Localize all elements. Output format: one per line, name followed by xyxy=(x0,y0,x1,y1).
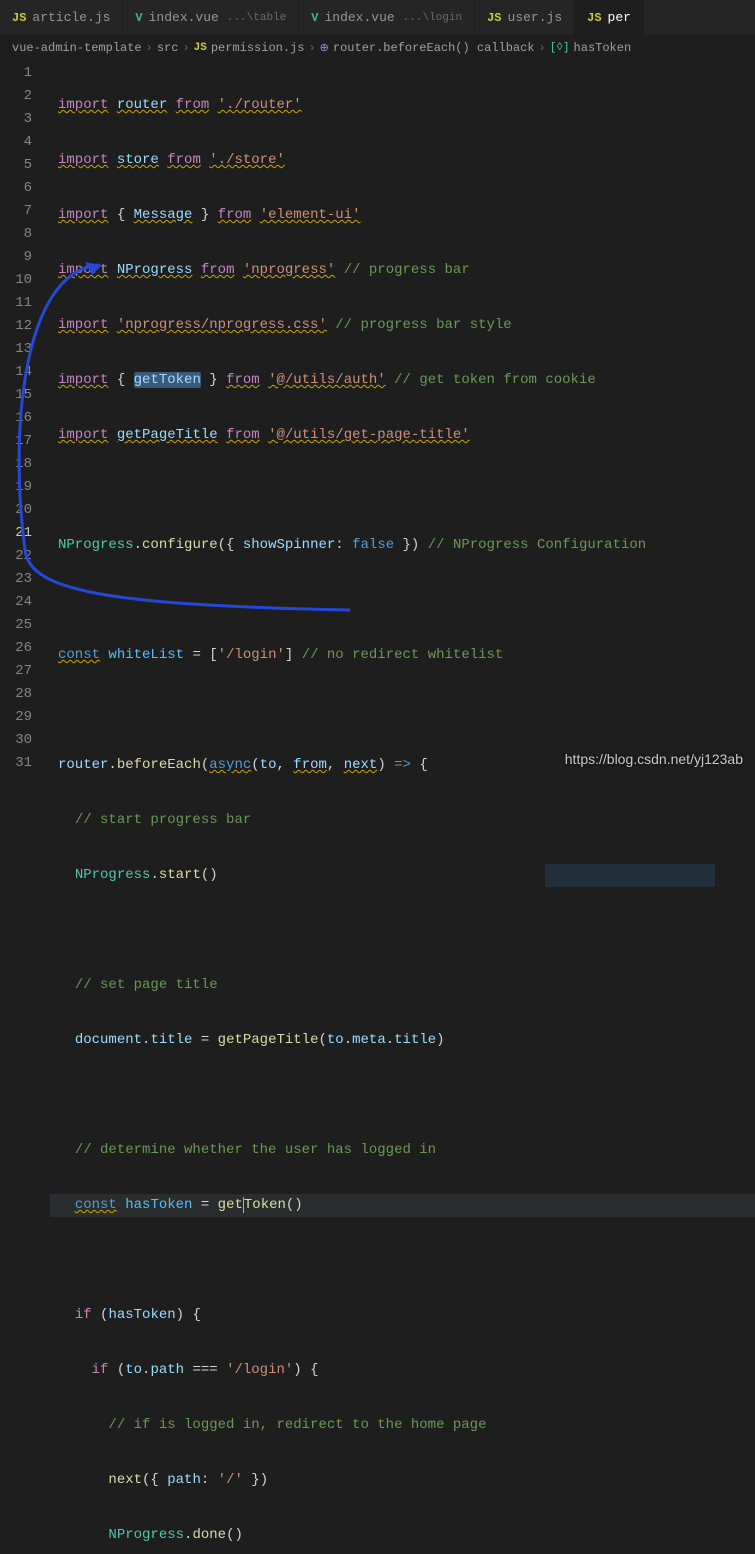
code-editor[interactable]: 123 456 789 101112 131415 161718 192021 … xyxy=(0,60,755,777)
tab-subpath: ...\table xyxy=(227,12,286,24)
tab-filename: per xyxy=(608,10,631,25)
tab-filename: index.vue xyxy=(324,10,394,25)
hint-widget xyxy=(545,864,715,887)
vue-icon: V xyxy=(311,11,318,25)
code-line-18[interactable]: document.title = getPageTitle(to.meta.ti… xyxy=(50,1029,755,1052)
breadcrumb-item[interactable]: router.beforeEach() callback xyxy=(333,41,535,55)
js-icon: JS xyxy=(194,42,207,54)
breadcrumb-item[interactable]: permission.js xyxy=(211,41,305,55)
tab-user[interactable]: JS user.js xyxy=(475,0,575,35)
editor-tabs: JS article.js V index.vue ...\table V in… xyxy=(0,0,755,36)
code-line-27[interactable]: NProgress.done() xyxy=(50,1524,755,1547)
tab-index-login[interactable]: V index.vue ...\login xyxy=(299,0,475,35)
tab-filename: article.js xyxy=(32,10,110,25)
code-line-10[interactable] xyxy=(50,589,755,612)
code-line-22[interactable] xyxy=(50,1249,755,1272)
code-line-19[interactable] xyxy=(50,1084,755,1107)
tab-permission[interactable]: JS per xyxy=(575,0,644,35)
tab-filename: user.js xyxy=(508,10,563,25)
code-line-14[interactable]: // start progress bar xyxy=(50,809,755,832)
code-line-21[interactable]: const hasToken = getToken() xyxy=(50,1194,755,1217)
variable-icon: [◊] xyxy=(550,42,570,54)
code-line-1[interactable]: import router from './router' xyxy=(50,94,755,117)
code-line-20[interactable]: // determine whether the user has logged… xyxy=(50,1139,755,1162)
chevron-right-icon: › xyxy=(182,41,189,55)
breadcrumb: vue-admin-template › src › JS permission… xyxy=(0,36,755,60)
chevron-right-icon: › xyxy=(146,41,153,55)
breadcrumb-item[interactable]: hasToken xyxy=(574,41,632,55)
code-line-12[interactable] xyxy=(50,699,755,722)
code-line-9[interactable]: NProgress.configure({ showSpinner: false… xyxy=(50,534,755,557)
tab-filename: index.vue xyxy=(149,10,219,25)
code-line-3[interactable]: import { Message } from 'element-ui' xyxy=(50,204,755,227)
breadcrumb-item[interactable]: vue-admin-template xyxy=(12,41,142,55)
code-line-24[interactable]: if (to.path === '/login') { xyxy=(50,1359,755,1382)
code-line-6[interactable]: import { getToken } from '@/utils/auth' … xyxy=(50,369,755,392)
code-line-26[interactable]: next({ path: '/' }) xyxy=(50,1469,755,1492)
watermark-text: https://blog.csdn.net/yj123ab xyxy=(565,751,743,767)
code-line-16[interactable] xyxy=(50,919,755,942)
tab-article[interactable]: JS article.js xyxy=(0,0,123,35)
code-line-17[interactable]: // set page title xyxy=(50,974,755,997)
code-line-4[interactable]: import NProgress from 'nprogress' // pro… xyxy=(50,259,755,282)
function-icon: ⊕ xyxy=(320,41,329,55)
js-icon: JS xyxy=(12,11,26,25)
tab-subpath: ...\login xyxy=(403,12,462,24)
vue-icon: V xyxy=(135,11,142,25)
code-content[interactable]: import router from './router' import sto… xyxy=(50,60,755,777)
code-line-8[interactable] xyxy=(50,479,755,502)
code-line-23[interactable]: if (hasToken) { xyxy=(50,1304,755,1327)
js-icon: JS xyxy=(487,11,501,25)
chevron-right-icon: › xyxy=(539,41,546,55)
js-icon: JS xyxy=(587,11,601,25)
line-gutter: 123 456 789 101112 131415 161718 192021 … xyxy=(0,60,50,777)
code-line-25[interactable]: // if is logged in, redirect to the home… xyxy=(50,1414,755,1437)
tab-index-table[interactable]: V index.vue ...\table xyxy=(123,0,299,35)
code-line-2[interactable]: import store from './store' xyxy=(50,149,755,172)
code-line-7[interactable]: import getPageTitle from '@/utils/get-pa… xyxy=(50,424,755,447)
code-line-5[interactable]: import 'nprogress/nprogress.css' // prog… xyxy=(50,314,755,337)
breadcrumb-item[interactable]: src xyxy=(157,41,179,55)
code-line-11[interactable]: const whiteList = ['/login'] // no redir… xyxy=(50,644,755,667)
code-line-15[interactable]: NProgress.start() xyxy=(50,864,755,887)
chevron-right-icon: › xyxy=(308,41,315,55)
